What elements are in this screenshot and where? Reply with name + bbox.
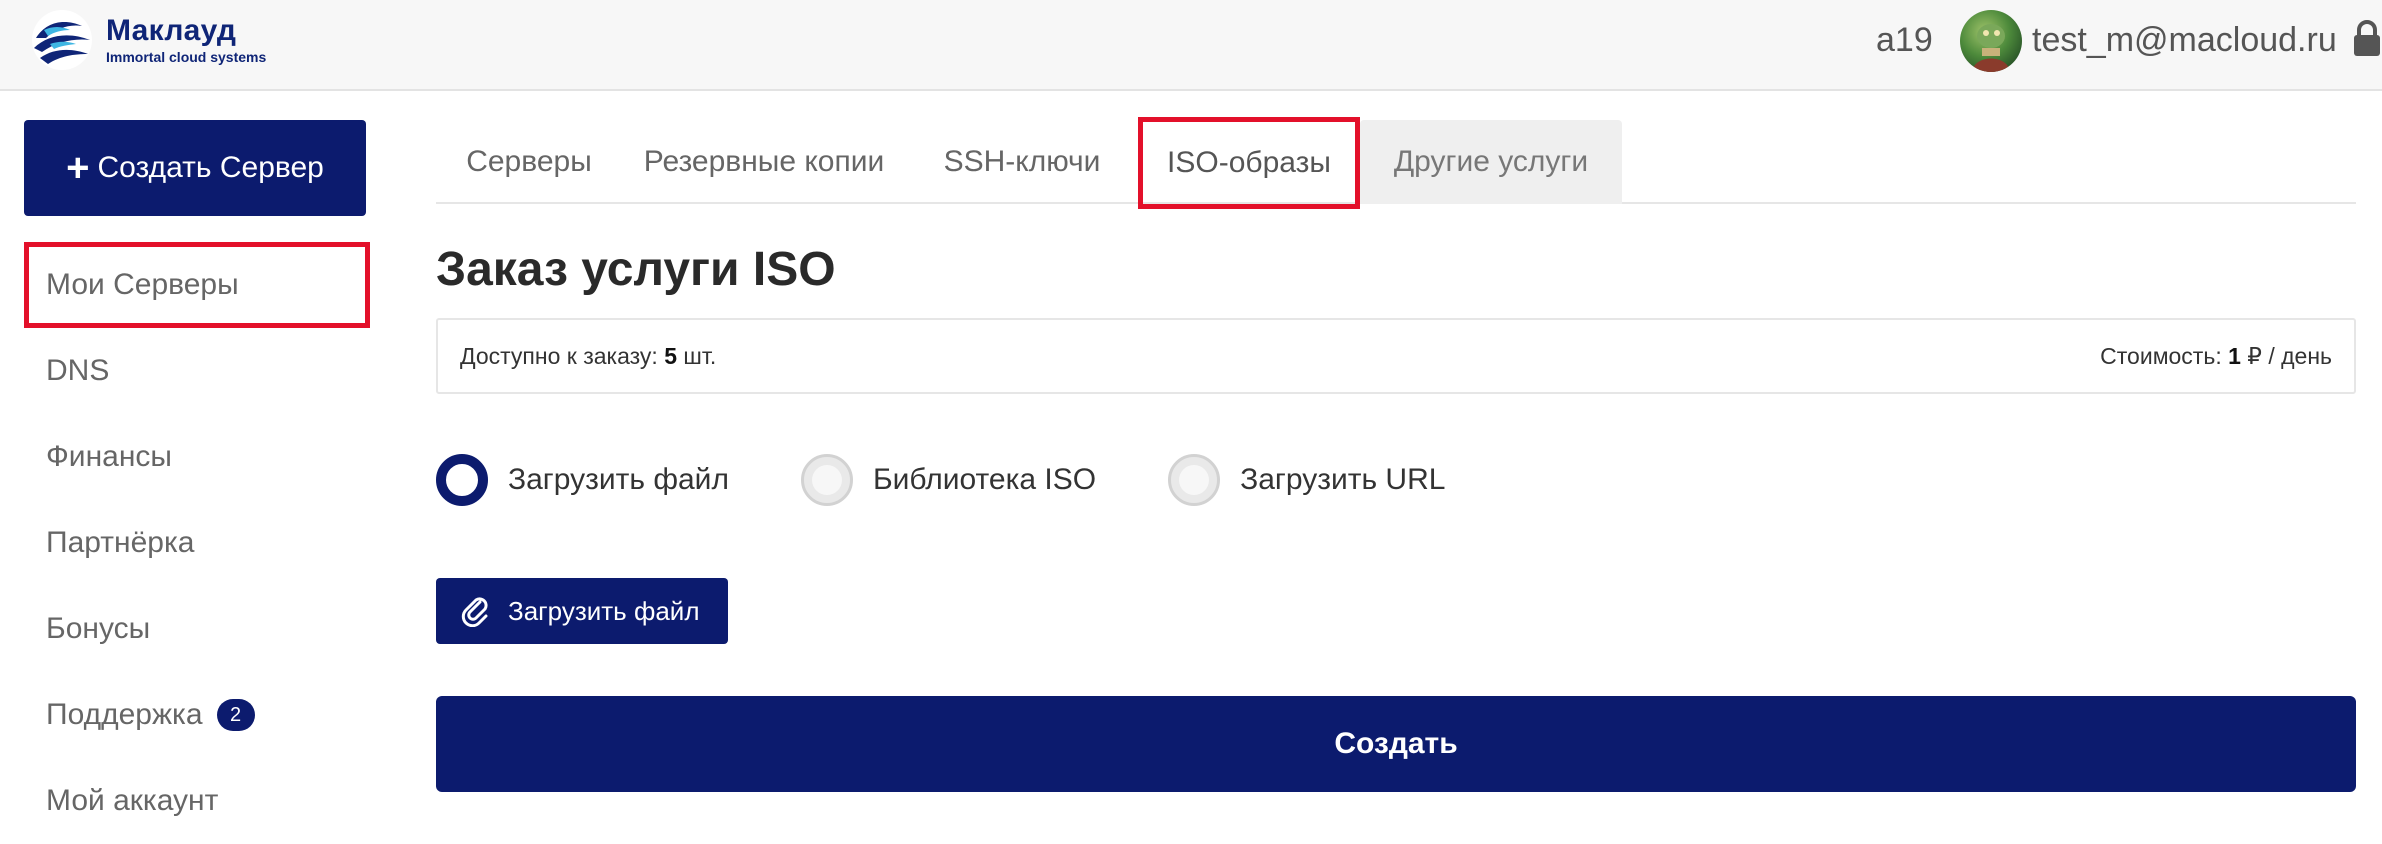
- radio-iso-library[interactable]: Библиотека ISO: [800, 454, 1097, 506]
- tab-backups[interactable]: Резервные копии: [622, 120, 906, 204]
- user-id[interactable]: a19: [1876, 20, 1933, 60]
- create-button[interactable]: Создать: [436, 696, 2356, 792]
- order-info-bar: Доступно к заказу: 5 шт. Стоимость: 1 ₽ …: [436, 318, 2356, 394]
- radio-upload-url[interactable]: Загрузить URL: [1168, 454, 1445, 506]
- iso-source-radio-group: Загрузить файл Библиотека ISO Загрузить …: [436, 454, 1517, 506]
- sidebar-item-my-servers[interactable]: Мои Серверы: [24, 242, 370, 328]
- available-prefix: Доступно к заказу:: [460, 342, 658, 369]
- cost-info: Стоимость: 1 ₽ / день: [2100, 343, 2332, 370]
- available-count: 5: [664, 342, 678, 369]
- brand-subtitle: Immortal cloud systems: [106, 49, 267, 65]
- avatar-image-icon: [1972, 24, 2010, 72]
- radio-label: Библиотека ISO: [872, 463, 1097, 496]
- radio-button[interactable]: [1168, 454, 1221, 506]
- radio-label: Загрузить файл: [508, 463, 729, 496]
- brand-logo[interactable]: Маклауд Immortal cloud systems: [30, 8, 266, 72]
- lock-icon[interactable]: [2352, 18, 2382, 58]
- brand-title: Маклауд: [106, 14, 237, 47]
- sidebar-nav: Мои Серверы DNS Финансы Партнёрка Бонусы…: [24, 242, 370, 844]
- upload-file-label: Загрузить файл: [508, 595, 700, 626]
- sidebar-item-bonuses[interactable]: Бонусы: [24, 586, 370, 672]
- sidebar-item-label: DNS: [46, 354, 110, 387]
- radio-upload-file[interactable]: Загрузить файл: [436, 454, 729, 506]
- available-info: Доступно к заказу: 5 шт.: [460, 343, 716, 370]
- cost-value: 1: [2228, 342, 2241, 369]
- sidebar-item-partner[interactable]: Партнёрка: [24, 500, 370, 586]
- sidebar-item-label: Бонусы: [46, 612, 151, 645]
- paperclip-icon: [461, 597, 488, 627]
- create-server-button[interactable]: + Создать Сервер: [24, 120, 366, 216]
- sidebar-item-label: Мои Серверы: [46, 268, 239, 301]
- cost-prefix: Стоимость:: [2100, 342, 2222, 369]
- sidebar-item-label: Поддержка: [46, 698, 203, 731]
- create-server-label: Создать Сервер: [97, 151, 324, 184]
- sidebar-item-finance[interactable]: Финансы: [24, 414, 370, 500]
- sidebar-item-label: Финансы: [46, 440, 172, 473]
- sidebar-item-support[interactable]: Поддержка 2: [24, 672, 370, 758]
- top-header: Маклауд Immortal cloud systems a19 test_…: [0, 0, 2382, 91]
- sidebar-item-label: Мой аккаунт: [46, 784, 219, 817]
- user-avatar[interactable]: [1960, 10, 2022, 72]
- available-suffix: шт.: [683, 342, 717, 369]
- radio-button[interactable]: [800, 454, 853, 506]
- sidebar-item-dns[interactable]: DNS: [24, 328, 370, 414]
- sidebar-item-my-account[interactable]: Мой аккаунт: [24, 758, 370, 844]
- support-count-badge: 2: [216, 699, 255, 731]
- user-email[interactable]: test_m@macloud.ru: [2032, 20, 2337, 60]
- page-title: Заказ услуги ISO: [436, 243, 836, 296]
- radio-button[interactable]: [436, 454, 488, 506]
- radio-label: Загрузить URL: [1240, 463, 1446, 496]
- macloud-logo-icon: [32, 10, 92, 70]
- upload-file-button[interactable]: Загрузить файл: [436, 578, 728, 644]
- tab-ssh-keys[interactable]: SSH-ключи: [906, 120, 1138, 204]
- service-tabs: Серверы Резервные копии SSH-ключи ISO-об…: [436, 117, 2356, 209]
- sidebar-item-label: Партнёрка: [46, 526, 195, 559]
- cost-suffix: ₽ / день: [2247, 342, 2332, 369]
- tab-servers[interactable]: Серверы: [436, 120, 622, 204]
- plus-icon: +: [66, 146, 90, 190]
- tab-other-services[interactable]: Другие услуги: [1360, 120, 1622, 204]
- tab-iso-images[interactable]: ISO-образы: [1138, 117, 1360, 209]
